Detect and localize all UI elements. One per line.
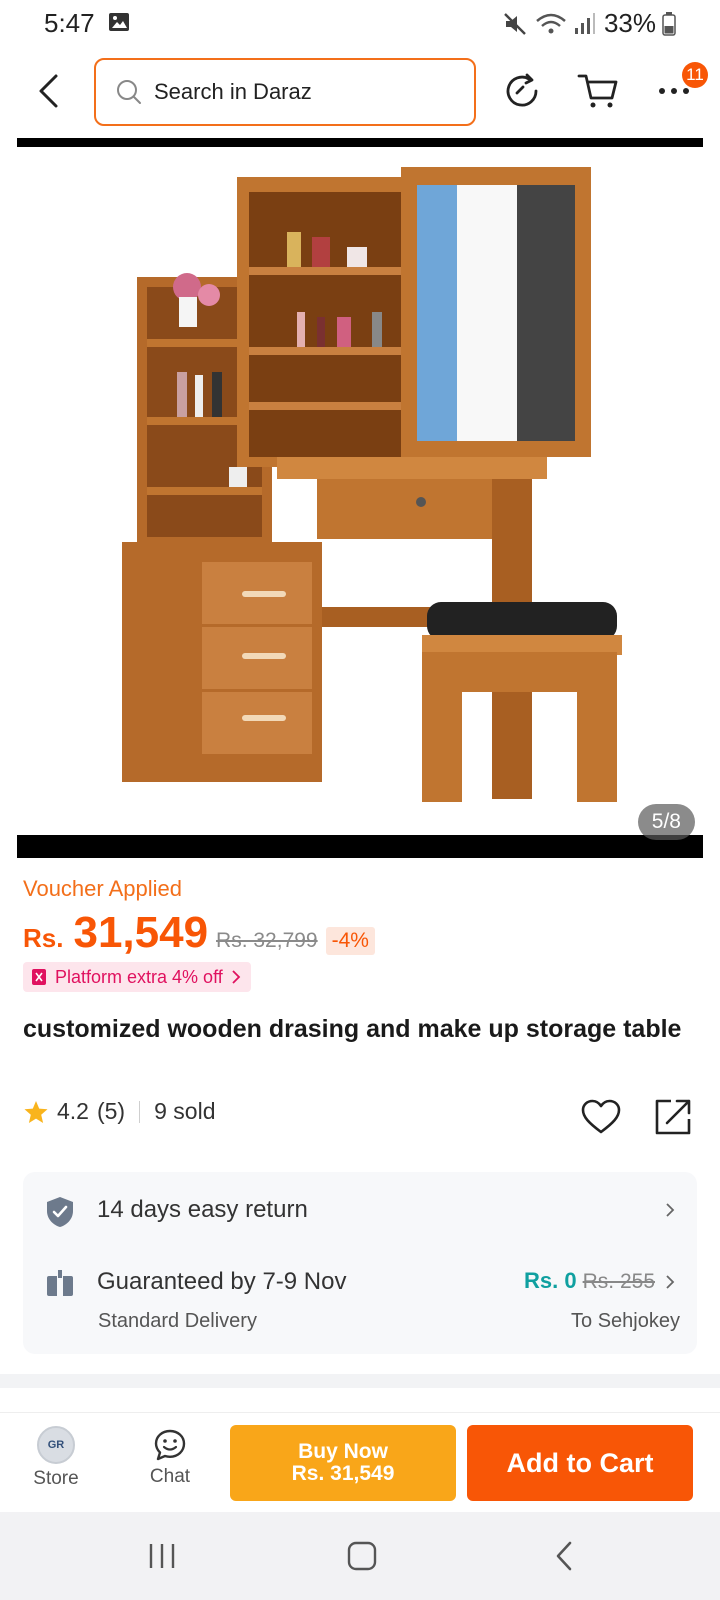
- recent-apps-button[interactable]: [132, 1534, 192, 1578]
- system-navigation-bar: [0, 1512, 720, 1600]
- platform-offer-tag[interactable]: Platform extra 4% off: [23, 962, 251, 992]
- platform-offer-text: Platform extra 4% off: [55, 966, 223, 987]
- discount-badge: -4%: [325, 927, 375, 955]
- chat-button[interactable]: Chat: [136, 1413, 204, 1503]
- chevron-right-icon: [666, 1275, 675, 1289]
- original-price: Rs. 32,799: [216, 929, 318, 952]
- gallery-notification-icon: [109, 13, 129, 31]
- package-icon: [47, 1270, 73, 1296]
- add-to-cart-button[interactable]: Add to Cart: [467, 1425, 693, 1501]
- shield-check-icon: [47, 1197, 73, 1227]
- recent-apps-icon: [149, 1544, 175, 1568]
- header: 11: [0, 54, 720, 128]
- notification-badge: 11: [682, 62, 708, 88]
- status-time: 5:47: [44, 8, 95, 38]
- signal-icon: [574, 12, 595, 34]
- share-icon: [655, 1099, 691, 1135]
- back-button[interactable]: [28, 68, 68, 114]
- shipping-fee-value: Rs. 0: [524, 1268, 577, 1293]
- current-price: 31,549: [73, 908, 209, 957]
- buy-now-label: Buy Now: [298, 1440, 388, 1463]
- product-title: customized wooden drasing and make up st…: [23, 1015, 682, 1043]
- image-page-indicator: 5/8: [637, 804, 695, 840]
- status-bar: 5:47 33%: [0, 0, 720, 46]
- battery-percent: 33%: [603, 8, 656, 38]
- history-button[interactable]: [498, 68, 546, 114]
- search-input[interactable]: [154, 79, 444, 105]
- sold-count: 9 sold: [154, 1098, 216, 1124]
- delivery-type-text: Standard Delivery: [98, 1310, 257, 1332]
- section-divider: [0, 1374, 720, 1388]
- delivery-guarantee-text: Guaranteed by 7-9 Nov: [97, 1268, 347, 1295]
- wishlist-button[interactable]: [578, 1096, 624, 1138]
- system-back-icon: [556, 1541, 572, 1571]
- store-avatar: GR: [37, 1426, 75, 1464]
- home-button[interactable]: [332, 1534, 392, 1578]
- buy-now-button[interactable]: Buy Now Rs. 31,549: [230, 1425, 456, 1501]
- back-arrow-icon: [39, 74, 58, 108]
- search-icon: [117, 80, 141, 104]
- return-policy-text: 14 days easy return: [97, 1196, 308, 1223]
- price-currency: Rs.: [23, 923, 64, 953]
- buy-now-price: Rs. 31,549: [291, 1462, 395, 1485]
- search-bar[interactable]: [94, 58, 476, 126]
- cart-button[interactable]: [574, 68, 622, 114]
- delivery-destination: To Sehjokey: [571, 1310, 680, 1332]
- chat-label: Chat: [149, 1466, 191, 1487]
- refresh-history-icon: [506, 73, 538, 107]
- shipping-fee: Rs. 0 Rs. 255: [524, 1268, 655, 1294]
- voucher-applied-label: Voucher Applied: [23, 876, 183, 901]
- rating-row[interactable]: 4.2 (5) 9 sold: [23, 1098, 215, 1125]
- shipping-fee-original: Rs. 255: [582, 1270, 655, 1293]
- price-row: Rs. 31,549 Rs. 32,799 -4%: [23, 908, 375, 958]
- store-button[interactable]: GR Store: [22, 1413, 90, 1503]
- bottom-action-bar: GR Store Chat Buy Now Rs. 31,549 Add to …: [0, 1412, 720, 1512]
- delivery-row[interactable]: Guaranteed by 7-9 Nov Standard Delivery …: [23, 1248, 697, 1354]
- store-label: Store: [33, 1468, 79, 1489]
- review-count: (5): [96, 1098, 126, 1124]
- wifi-icon: [536, 13, 566, 33]
- more-menu-button[interactable]: 11: [650, 62, 708, 114]
- chat-icon: [154, 1429, 186, 1461]
- rating-separator: [139, 1100, 141, 1123]
- system-back-button[interactable]: [534, 1534, 594, 1578]
- mute-icon: [504, 12, 526, 35]
- gallery-bottom-band: [17, 835, 703, 858]
- battery-icon: [662, 11, 676, 36]
- cart-icon: [577, 74, 618, 108]
- share-button[interactable]: [650, 1094, 696, 1140]
- service-info-card: 14 days easy return Guaranteed by 7-9 No…: [23, 1172, 697, 1354]
- add-to-cart-label: Add to Cart: [506, 1447, 654, 1478]
- coupon-icon: [32, 969, 46, 985]
- rating-value: 4.2: [57, 1098, 89, 1124]
- return-policy-row[interactable]: 14 days easy return: [23, 1172, 697, 1248]
- product-gallery[interactable]: 5/8: [17, 138, 703, 858]
- chevron-right-icon: [232, 970, 241, 984]
- gallery-top-band: [17, 138, 703, 147]
- home-icon: [347, 1541, 377, 1571]
- star-icon: [24, 1100, 48, 1123]
- more-dots-icon: [659, 88, 689, 94]
- chevron-right-icon: [666, 1203, 675, 1217]
- heart-icon: [581, 1099, 621, 1134]
- status-icons: 33%: [502, 8, 676, 39]
- product-image: [17, 147, 703, 835]
